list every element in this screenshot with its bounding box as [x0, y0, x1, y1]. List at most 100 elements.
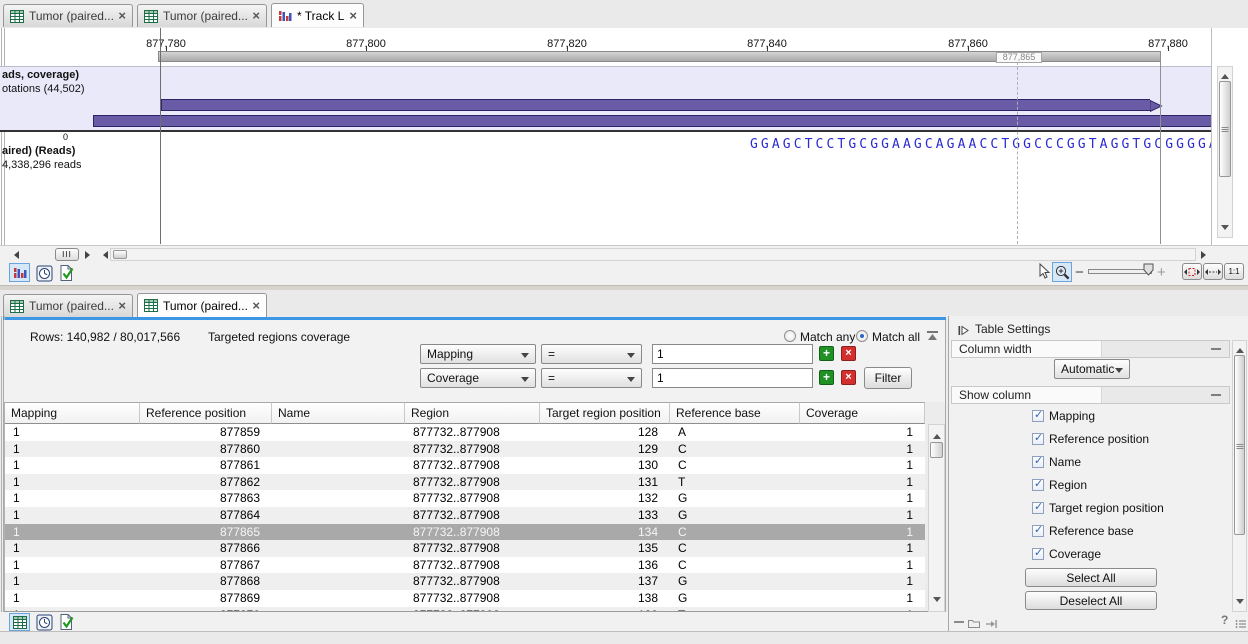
column-header[interactable]: Reference position	[140, 402, 272, 424]
zoom-100-button[interactable]: 1:1	[1224, 263, 1244, 280]
filter-value-input[interactable]	[652, 344, 813, 364]
tab-3[interactable]: * Track List×	[271, 3, 364, 27]
table-row[interactable]: 1877868877732..877908137G1	[5, 573, 925, 590]
tab-2[interactable]: Tumor (paired...×	[137, 293, 267, 317]
column-header[interactable]: Region	[405, 402, 540, 424]
column-header[interactable]: Coverage	[800, 402, 925, 424]
table-row[interactable]: 1877863877732..877908132G1	[5, 490, 925, 507]
pane-right-icon[interactable]	[85, 251, 94, 259]
show-column-label[interactable]: Region	[1049, 478, 1087, 492]
show-column-checkbox[interactable]	[1032, 433, 1044, 445]
scroll-up-icon[interactable]	[1236, 344, 1244, 353]
annotation-bar-forward[interactable]	[161, 99, 1150, 111]
table-row[interactable]: 1877865877732..877908134C1	[5, 524, 925, 541]
tab-1[interactable]: Tumor (paired...×	[3, 4, 133, 27]
show-column-label[interactable]: Reference base	[1049, 524, 1134, 538]
show-column-label[interactable]: Coverage	[1049, 547, 1101, 561]
remove-filter-button[interactable]: ×	[841, 370, 856, 385]
table-row[interactable]: 1877862877732..877908131T1	[5, 474, 925, 491]
match-all-radio[interactable]	[856, 330, 868, 342]
add-filter-button[interactable]: +	[819, 370, 834, 385]
hscrollbar-thumb[interactable]	[113, 250, 127, 259]
tab-close-icon[interactable]: ×	[349, 11, 357, 21]
column-header[interactable]: Mapping	[5, 402, 140, 424]
settings-scrollbar[interactable]	[1232, 340, 1247, 612]
show-column-checkbox[interactable]	[1032, 525, 1044, 537]
table-row[interactable]: 1877867877732..877908136C1	[5, 557, 925, 574]
help-icon[interactable]: ?	[1221, 613, 1228, 627]
annotation-bar[interactable]	[93, 115, 1211, 127]
element-info-button[interactable]	[57, 263, 75, 283]
table-row[interactable]: 1877864877732..877908133G1	[5, 507, 925, 524]
column-header[interactable]: Reference base	[670, 402, 800, 424]
add-filter-button[interactable]: +	[819, 346, 834, 361]
tab-close-icon[interactable]: ×	[118, 301, 126, 311]
filter-value-input[interactable]	[652, 368, 813, 388]
filter-column-select[interactable]: Mapping	[420, 344, 536, 364]
zoom-in-tool-button[interactable]	[1052, 262, 1072, 282]
collapse-filter-icon[interactable]	[926, 329, 939, 347]
match-any-label[interactable]: Match any	[800, 330, 855, 344]
sidepanel-toggle-icon[interactable]	[958, 323, 969, 341]
scrollbar-thumb[interactable]	[1234, 355, 1245, 535]
zoom-in-icon[interactable]: +	[1157, 264, 1166, 281]
match-all-label[interactable]: Match all	[872, 330, 920, 344]
minimize-sidepanel-icon[interactable]	[954, 621, 964, 623]
show-column-label[interactable]: Mapping	[1049, 409, 1095, 423]
zoom-out-icon[interactable]: −	[1075, 264, 1084, 281]
tracklist-mode-button[interactable]	[9, 263, 30, 282]
deselect-all-button[interactable]: Deselect All	[1025, 591, 1157, 610]
table-row[interactable]: 1877860877732..877908129C1	[5, 441, 925, 458]
pane-left-icon[interactable]	[10, 251, 19, 259]
cursor-tool-icon[interactable]	[1035, 263, 1051, 284]
zoom-to-selection-button[interactable]	[1182, 263, 1202, 280]
history-button[interactable]	[35, 613, 53, 631]
show-column-checkbox[interactable]	[1032, 410, 1044, 422]
scroll-down-icon[interactable]	[1221, 225, 1229, 234]
fit-width-button[interactable]	[1203, 263, 1223, 280]
tab-2[interactable]: Tumor (paired...×	[137, 4, 267, 27]
scroll-up-icon[interactable]	[1221, 70, 1229, 79]
hscroll-left-icon[interactable]	[99, 251, 108, 259]
tab-close-icon[interactable]: ×	[118, 11, 126, 21]
track-horizontal-scrollbar[interactable]	[110, 248, 1196, 261]
tab-close-icon[interactable]: ×	[252, 11, 260, 21]
match-any-radio[interactable]	[784, 330, 796, 342]
table-vertical-scrollbar[interactable]	[928, 424, 945, 612]
table-row[interactable]: 1877866877732..877908135C1	[5, 540, 925, 557]
hscroll-right-icon[interactable]	[1201, 251, 1210, 259]
show-column-label[interactable]: Reference position	[1049, 432, 1149, 446]
column-width-select[interactable]: Automatic	[1054, 359, 1130, 379]
scrollbar-thumb[interactable]	[930, 442, 943, 458]
filter-button[interactable]: Filter	[864, 367, 912, 389]
history-button[interactable]	[35, 264, 53, 282]
filter-operator-select[interactable]: =	[541, 344, 642, 364]
remove-filter-button[interactable]: ×	[841, 346, 856, 361]
zoom-slider-thumb[interactable]	[1143, 263, 1154, 281]
tab-close-icon[interactable]: ×	[252, 301, 260, 311]
reads-track[interactable]: GGAGCTCCTGCGGAAGCAGAACCTGGCCCGGTAGGTGCGG…	[0, 132, 1211, 245]
filter-column-select[interactable]: Coverage	[420, 368, 536, 388]
filter-operator-select[interactable]: =	[541, 368, 642, 388]
scroll-down-icon[interactable]	[933, 597, 941, 606]
show-column-label[interactable]: Name	[1049, 455, 1081, 469]
column-header[interactable]: Name	[272, 402, 405, 424]
column-width-section-header[interactable]: Column width	[951, 340, 1230, 358]
table-mode-button[interactable]	[9, 613, 30, 631]
table-row[interactable]: 1877861877732..877908130C1	[5, 457, 925, 474]
show-column-section-header[interactable]: Show column	[951, 386, 1230, 404]
pane-splitter-handle[interactable]: III	[55, 248, 79, 261]
section-collapse-icon[interactable]	[1211, 394, 1221, 396]
scroll-up-icon[interactable]	[933, 430, 941, 439]
table-row[interactable]: 1877869877732..877908138G1	[5, 590, 925, 607]
table-row[interactable]: 1877859877732..877908128A1	[5, 424, 925, 441]
scroll-down-icon[interactable]	[1236, 599, 1244, 608]
element-info-button[interactable]	[57, 612, 75, 631]
scrollbar-thumb[interactable]	[1219, 81, 1231, 177]
column-header[interactable]: Target region position	[540, 402, 670, 424]
show-column-label[interactable]: Target region position	[1049, 501, 1164, 515]
show-column-checkbox[interactable]	[1032, 479, 1044, 491]
show-column-checkbox[interactable]	[1032, 456, 1044, 468]
show-column-checkbox[interactable]	[1032, 502, 1044, 514]
show-column-checkbox[interactable]	[1032, 548, 1044, 560]
